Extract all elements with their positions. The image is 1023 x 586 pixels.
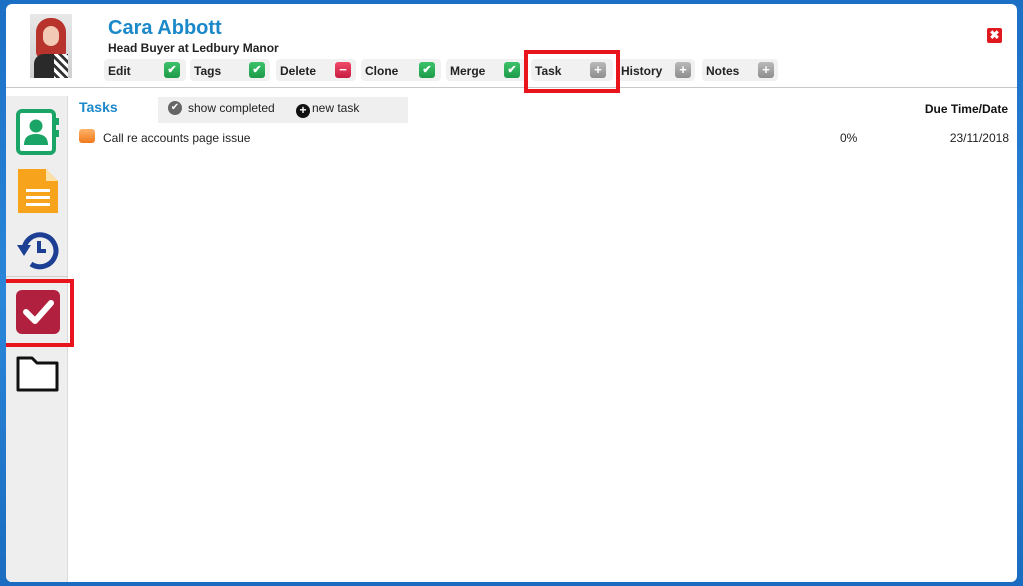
contact-card-icon[interactable] [15,108,61,156]
plus-icon[interactable]: + [675,62,691,78]
plus-circle-icon: + [296,104,310,118]
merge-label: Merge [450,64,486,78]
close-icon[interactable]: ✖ [987,28,1002,43]
history-action[interactable]: History + [617,59,695,81]
clone-action[interactable]: Clone ✔ [361,59,441,81]
task-action-highlight [524,50,620,93]
priority-icon [79,129,95,143]
sidebar-divider [6,276,68,277]
check-icon[interactable]: ✔ [249,62,265,78]
check-icon[interactable]: ✔ [419,62,435,78]
contact-window: Cara Abbott Head Buyer at Ledbury Manor … [6,4,1017,582]
avatar [30,14,72,78]
clone-label: Clone [365,64,399,78]
new-task-button[interactable]: + new task [296,101,359,118]
tags-action[interactable]: Tags ✔ [190,59,270,81]
new-task-label: new task [312,101,360,115]
tags-label: Tags [194,64,222,78]
notes-label: Notes [706,64,740,78]
edit-label: Edit [108,64,131,78]
contact-name: Cara Abbott [108,17,222,39]
show-completed-toggle[interactable]: ✔ show completed [168,101,275,115]
edit-action[interactable]: Edit ✔ [104,59,186,81]
delete-action[interactable]: Delete − [276,59,356,81]
task-due-date: 23/11/2018 [949,131,1009,145]
task-row[interactable]: Call re accounts page issue 0% 23/11/201… [76,128,1011,148]
contact-header: Cara Abbott Head Buyer at Ledbury Manor … [6,4,1017,93]
due-date-header[interactable]: Due Time/Date [925,102,1008,116]
delete-label: Delete [280,64,317,78]
minus-icon[interactable]: − [335,62,351,78]
merge-action[interactable]: Merge ✔ [446,59,526,81]
tasks-toolbar: ✔ show completed + new task [158,97,408,123]
folder-icon[interactable] [15,350,61,398]
document-icon[interactable] [15,167,61,215]
check-circle-icon: ✔ [168,101,182,115]
notes-action[interactable]: Notes + [702,59,778,81]
plus-icon[interactable]: + [758,62,774,78]
task-name[interactable]: Call re accounts page issue [103,131,250,145]
contact-role: Head Buyer at Ledbury Manor [108,41,279,55]
history-label: History [621,64,663,78]
tasks-title: Tasks [79,99,118,115]
task-progress: 0% [840,131,858,145]
history-icon[interactable] [15,226,61,274]
tasks-icon-highlight [6,279,74,347]
check-icon[interactable]: ✔ [504,62,520,78]
show-completed-label: show completed [188,101,275,115]
check-icon[interactable]: ✔ [164,62,180,78]
